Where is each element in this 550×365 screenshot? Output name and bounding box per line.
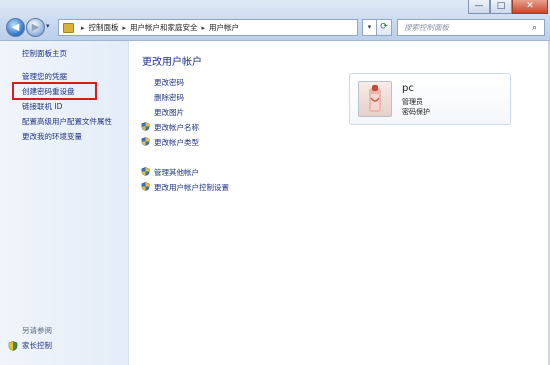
- account-name: pc: [402, 83, 414, 94]
- breadcrumb-item[interactable]: 用户帐户: [209, 22, 239, 33]
- chevron-right-icon[interactable]: ▸: [81, 24, 85, 32]
- close-button[interactable]: ✕: [512, 0, 548, 14]
- remove-password-link[interactable]: 删除密码: [154, 92, 184, 103]
- back-button[interactable]: ◀: [6, 18, 25, 37]
- breadcrumb-item[interactable]: 控制面板: [89, 22, 119, 33]
- uac-shield-icon: [141, 167, 150, 176]
- uac-settings-link[interactable]: 更改用户帐户控制设置: [154, 182, 229, 193]
- chevron-right-icon[interactable]: ▸: [123, 24, 127, 32]
- search-icon[interactable]: ⌕: [532, 23, 537, 33]
- refresh-icon: ⟳: [380, 22, 388, 32]
- family-safety-label: 家长控制: [22, 341, 52, 350]
- arrow-left-icon: ◀: [11, 22, 20, 33]
- account-tile[interactable]: pc 管理员 密码保护: [349, 73, 511, 125]
- arrow-right-icon: ▶: [31, 22, 40, 33]
- maximize-button[interactable]: □: [490, 0, 512, 14]
- sidebar-item-link-online-id[interactable]: 链接联机 ID: [22, 101, 62, 112]
- red-highlight-box: [12, 82, 97, 100]
- address-history-dropdown[interactable]: ▾: [362, 19, 376, 36]
- manage-other-accounts-link[interactable]: 管理其他帐户: [154, 167, 199, 178]
- sidebar-item-advanced-profile[interactable]: 配置高级用户配置文件属性: [22, 116, 112, 127]
- change-picture-link[interactable]: 更改图片: [154, 107, 184, 118]
- control-panel-icon: [63, 22, 74, 33]
- see-also-heading: 另请参阅: [22, 326, 52, 335]
- control-panel-window: — □ ✕ ◀ ▶ ▾ ▸ 控制面板 ▸ 用户帐户和家庭安全 ▸ 用户帐户 ▾ …: [0, 0, 550, 365]
- search-box[interactable]: ⌕: [397, 19, 545, 36]
- uac-shield-icon: [141, 122, 150, 131]
- user-picture-icon: [369, 85, 381, 112]
- window-controls: — □ ✕: [468, 0, 548, 14]
- account-password-status: 密码保护: [402, 108, 430, 116]
- account-role: 管理员: [402, 98, 423, 106]
- avatar[interactable]: [358, 81, 392, 117]
- change-account-type-link[interactable]: 更改帐户类型: [154, 137, 199, 148]
- sidebar-item-family-safety[interactable]: 家长控制: [8, 340, 52, 351]
- refresh-button[interactable]: ⟳: [376, 19, 392, 36]
- recent-pages-dropdown[interactable]: ▾: [46, 22, 50, 30]
- change-account-name-link[interactable]: 更改帐户名称: [154, 122, 199, 133]
- sidebar-item-manage-credentials[interactable]: 管理您的凭据: [22, 71, 67, 82]
- chevron-right-icon[interactable]: ▸: [202, 24, 206, 32]
- title-and-address-bar: — □ ✕ ◀ ▶ ▾ ▸ 控制面板 ▸ 用户帐户和家庭安全 ▸ 用户帐户 ▾ …: [0, 0, 550, 41]
- page-title: 更改用户帐户: [142, 57, 202, 68]
- change-password-link[interactable]: 更改密码: [154, 77, 184, 88]
- minimize-button[interactable]: —: [468, 0, 490, 14]
- uac-shield-icon: [141, 137, 150, 146]
- breadcrumb-item[interactable]: 用户帐户和家庭安全: [130, 22, 198, 33]
- address-bar[interactable]: ▸ 控制面板 ▸ 用户帐户和家庭安全 ▸ 用户帐户: [58, 19, 358, 36]
- forward-button[interactable]: ▶: [26, 18, 45, 37]
- shield-icon: [8, 340, 18, 351]
- uac-shield-icon: [141, 182, 150, 191]
- sidebar-item-environment-variables[interactable]: 更改我的环境变量: [22, 131, 82, 142]
- search-input[interactable]: [402, 22, 530, 33]
- sidebar-item-home[interactable]: 控制面板主页: [22, 48, 67, 59]
